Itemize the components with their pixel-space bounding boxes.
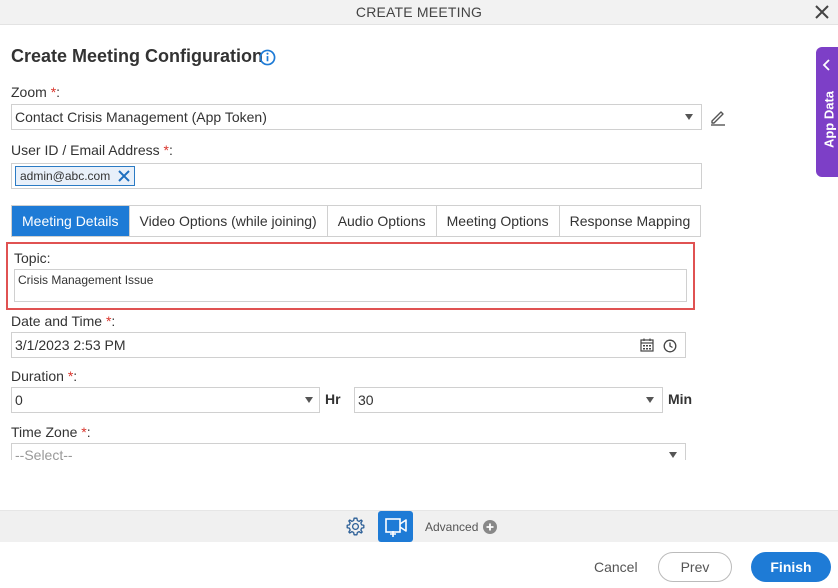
- date-time-input[interactable]: 3/1/2023 2:53 PM: [11, 332, 686, 358]
- zoom-select[interactable]: Contact Crisis Management (App Token): [11, 104, 702, 130]
- chevron-down-icon: [646, 397, 654, 403]
- plus-circle-icon[interactable]: [483, 520, 497, 534]
- date-time-label: Date and Time *:: [11, 313, 116, 329]
- tab-audio-options[interactable]: Audio Options: [327, 206, 437, 236]
- chevron-left-icon: [822, 59, 830, 71]
- hours-unit-label: Hr: [325, 391, 341, 407]
- duration-hours-select[interactable]: 0: [11, 387, 320, 413]
- date-time-value: 3/1/2023 2:53 PM: [15, 337, 126, 353]
- timezone-label: Time Zone *:: [11, 424, 91, 440]
- topic-label: Topic:: [14, 250, 51, 266]
- duration-minutes-value: 30: [358, 392, 374, 408]
- topic-highlight-box: Topic: Crisis Management Issue: [6, 242, 695, 310]
- dialog-title-bar: CREATE MEETING: [0, 0, 838, 25]
- pencil-icon[interactable]: [709, 108, 727, 126]
- user-email-input[interactable]: admin@abc.com: [11, 163, 702, 189]
- prev-button[interactable]: Prev: [658, 552, 732, 582]
- close-icon[interactable]: [812, 2, 832, 22]
- footer-toolbar: [0, 510, 838, 542]
- tab-meeting-options[interactable]: Meeting Options: [436, 206, 560, 236]
- app-data-panel-toggle[interactable]: App Data: [816, 47, 838, 177]
- email-chip: admin@abc.com: [15, 166, 136, 186]
- dialog-title: CREATE MEETING: [355, 4, 483, 20]
- duration-minutes-select[interactable]: 30: [354, 387, 663, 413]
- minutes-unit-label: Min: [668, 391, 693, 407]
- chevron-down-icon: [305, 397, 313, 403]
- cancel-button[interactable]: Cancel: [594, 559, 638, 575]
- timezone-select[interactable]: --Select--: [11, 443, 686, 460]
- tab-response-mapping[interactable]: Response Mapping: [559, 206, 701, 236]
- zoom-select-value: Contact Crisis Management (App Token): [15, 109, 267, 125]
- finish-button[interactable]: Finish: [751, 552, 831, 582]
- email-chip-text: admin@abc.com: [20, 169, 111, 183]
- duration-label: Duration *:: [11, 368, 78, 384]
- video-meeting-button[interactable]: [378, 511, 413, 542]
- calendar-icon[interactable]: [640, 338, 654, 352]
- chevron-down-icon: [685, 114, 693, 120]
- user-email-label: User ID / Email Address *:: [11, 142, 173, 158]
- topic-input[interactable]: Crisis Management Issue: [14, 269, 687, 302]
- timezone-clip: --Select--: [0, 440, 700, 460]
- zoom-label: Zoom *:: [11, 84, 61, 100]
- advanced-link[interactable]: Advanced: [425, 520, 478, 534]
- gear-icon[interactable]: [345, 516, 366, 537]
- page-title: Create Meeting Configuration: [11, 46, 264, 66]
- topic-value: Crisis Management Issue: [18, 273, 154, 287]
- clock-icon[interactable]: [663, 339, 677, 353]
- timezone-placeholder: --Select--: [15, 447, 73, 460]
- chip-remove-icon[interactable]: [114, 166, 134, 186]
- duration-hours-value: 0: [15, 392, 23, 408]
- tab-meeting-details[interactable]: Meeting Details: [12, 206, 130, 236]
- video-camera-icon: [384, 517, 407, 537]
- chevron-down-icon: [669, 452, 677, 458]
- app-data-label: App Data: [821, 90, 837, 149]
- config-tabs: Meeting Details Video Options (while joi…: [11, 205, 702, 237]
- tab-video-options[interactable]: Video Options (while joining): [129, 206, 328, 236]
- info-icon[interactable]: [259, 49, 276, 66]
